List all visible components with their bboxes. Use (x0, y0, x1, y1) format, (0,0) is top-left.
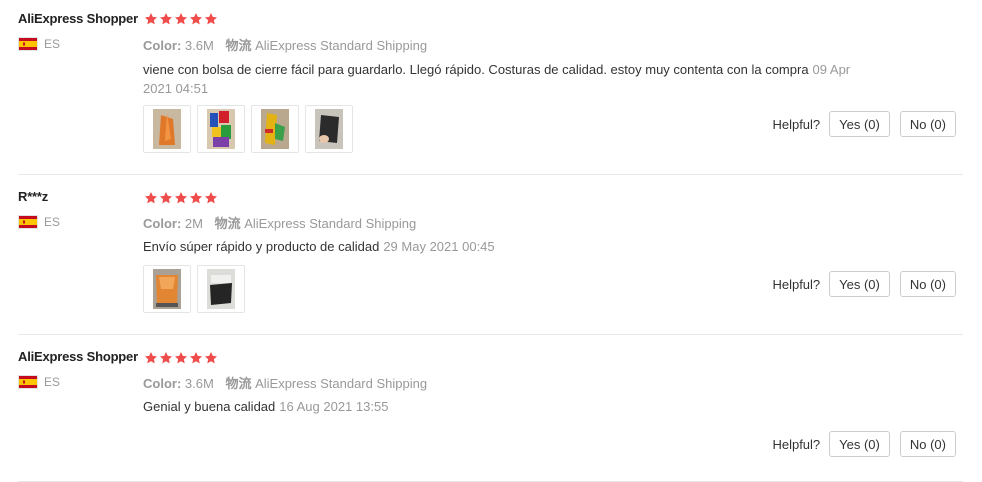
review-text: Envío súper rápido y producto de calidad… (143, 237, 495, 256)
review-body: Envío súper rápido y producto de calidad (143, 239, 380, 254)
helpful-label: Helpful? (772, 276, 821, 292)
spain-flag-icon (18, 215, 38, 229)
star-icon (174, 192, 188, 204)
color-value: 3.6M (184, 38, 214, 53)
review-meta: Color: 2M 物流 AliExpress Standard Shippin… (143, 213, 416, 232)
star-icon (159, 13, 173, 25)
star-icon (204, 352, 218, 364)
review-photos (143, 265, 245, 313)
star-icon (159, 192, 173, 204)
spain-flag-icon (18, 375, 38, 389)
star-icon (144, 13, 158, 25)
star-icon (189, 13, 203, 25)
star-icon (159, 352, 173, 364)
review-photo[interactable] (197, 105, 245, 153)
star-icon (144, 352, 158, 364)
shipping-value: AliExpress Standard Shipping (244, 216, 417, 231)
helpful-controls: Helpful? Yes (0) No (0) (772, 271, 956, 297)
review-date: 16 Aug 2021 13:55 (279, 399, 389, 414)
country-code: ES (44, 375, 61, 389)
review-divider (18, 174, 963, 175)
reviewer-country: ES (18, 37, 60, 51)
helpful-no-button[interactable]: No (0) (899, 431, 956, 457)
reviewer-country: ES (18, 215, 60, 229)
reviewer-name: AliExpress Shopper (18, 349, 138, 364)
color-value: 3.6M (184, 376, 214, 391)
color-label: Color: (143, 216, 182, 231)
star-icon (204, 192, 218, 204)
review-date: 29 May 2021 00:45 (383, 239, 495, 254)
shipping-value: AliExpress Standard Shipping (255, 376, 428, 391)
color-label: Color: (143, 38, 182, 53)
helpful-label: Helpful? (772, 436, 821, 452)
review-photo[interactable] (251, 105, 299, 153)
review-body: viene con bolsa de cierre fácil para gua… (143, 62, 809, 77)
color-value: 2M (184, 216, 203, 231)
shipping-label: 物流 (225, 376, 252, 391)
review-text: viene con bolsa de cierre fácil para gua… (143, 60, 863, 98)
shipping-value: AliExpress Standard Shipping (255, 38, 428, 53)
review-photo[interactable] (197, 265, 245, 313)
star-icon (174, 13, 188, 25)
review-text: Genial y buena calidad 16 Aug 2021 13:55 (143, 397, 388, 416)
star-icon (204, 13, 218, 25)
star-icon (189, 192, 203, 204)
helpful-yes-button[interactable]: Yes (0) (829, 111, 890, 137)
helpful-yes-button[interactable]: Yes (0) (829, 271, 890, 297)
country-code: ES (44, 215, 61, 229)
star-icon (174, 352, 188, 364)
helpful-no-button[interactable]: No (0) (899, 111, 956, 137)
helpful-controls: Helpful? Yes (0) No (0) (772, 431, 956, 457)
helpful-controls: Helpful? Yes (0) No (0) (772, 111, 956, 137)
country-code: ES (44, 37, 61, 51)
review-photo[interactable] (143, 265, 191, 313)
review-photos (143, 105, 353, 153)
review-meta: Color: 3.6M 物流 AliExpress Standard Shipp… (143, 35, 427, 54)
review-meta: Color: 3.6M 物流 AliExpress Standard Shipp… (143, 373, 427, 392)
review-body: Genial y buena calidad (143, 399, 276, 414)
review-photo[interactable] (305, 105, 353, 153)
reviewer-country: ES (18, 375, 60, 389)
star-rating (144, 191, 218, 205)
color-label: Color: (143, 376, 182, 391)
helpful-label: Helpful? (772, 116, 821, 132)
star-rating (144, 12, 218, 26)
shipping-label: 物流 (214, 216, 241, 231)
shipping-label: 物流 (225, 38, 252, 53)
review-divider (18, 334, 963, 335)
helpful-yes-button[interactable]: Yes (0) (829, 431, 890, 457)
star-icon (144, 192, 158, 204)
spain-flag-icon (18, 37, 38, 51)
reviewer-name: R***z (18, 189, 49, 204)
star-rating (144, 351, 218, 365)
star-icon (189, 352, 203, 364)
helpful-no-button[interactable]: No (0) (899, 271, 956, 297)
reviewer-name: AliExpress Shopper (18, 11, 138, 26)
review-photo[interactable] (143, 105, 191, 153)
